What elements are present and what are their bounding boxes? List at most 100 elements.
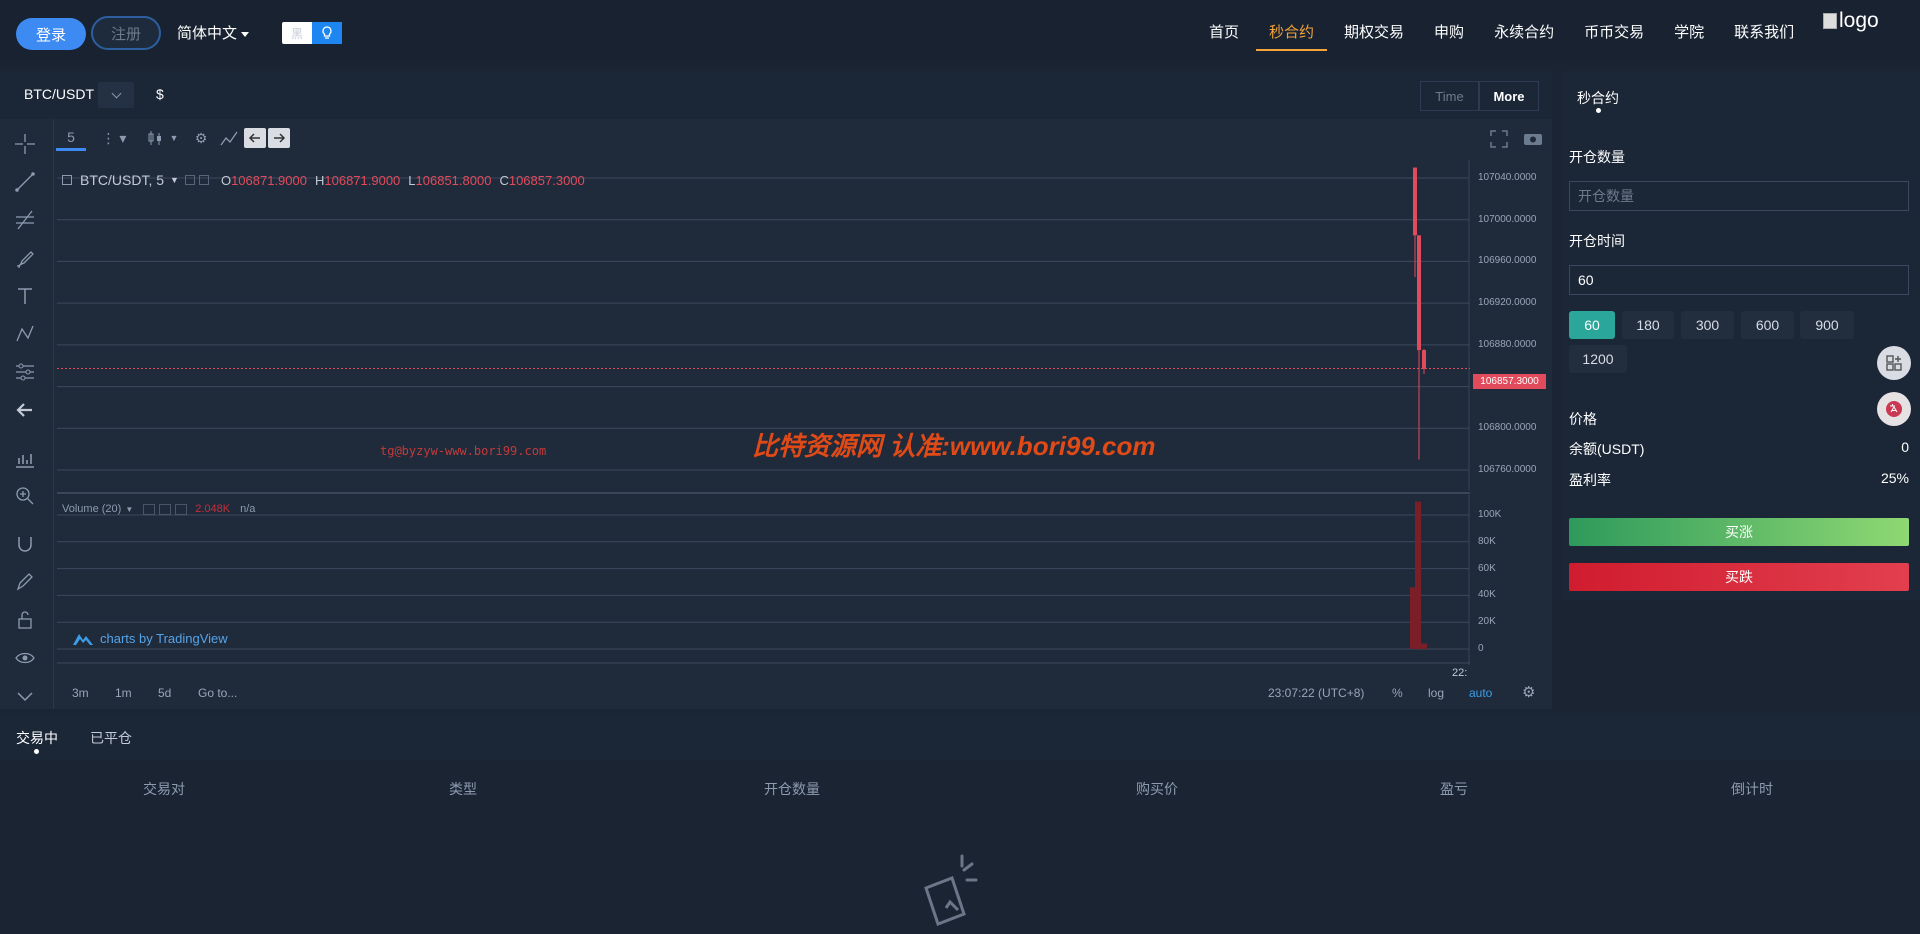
pencil-lock-icon[interactable] [11,568,39,596]
nav-spot[interactable]: 币币交易 [1569,0,1659,63]
theme-light-option[interactable] [312,22,342,44]
nav-second-contract[interactable]: 秒合约 [1254,0,1329,63]
tradingview-credit[interactable]: charts by TradingView [72,631,228,646]
lock-icon[interactable] [11,606,39,634]
text-icon[interactable] [11,282,39,310]
current-price-tag: 106857.3000 [1473,374,1546,389]
buy-up-button[interactable]: 买涨 [1569,518,1909,546]
candle-body [1413,167,1417,236]
interval-select[interactable]: 5 [56,125,86,151]
chevron-down-icon[interactable]: ▼ [125,505,133,514]
nav-subscribe[interactable]: 申购 [1419,0,1479,63]
settings-icon[interactable] [159,503,172,515]
active-tab-indicator [34,749,39,754]
language-select[interactable]: 简体中文 [177,22,250,43]
empty-state-icon [918,852,984,934]
range-5d[interactable]: 5d [158,686,171,700]
brush-icon[interactable] [11,244,39,272]
candle-body [1417,235,1421,351]
zoom-icon[interactable] [11,482,39,510]
chevron-down-icon [111,88,121,99]
percent-toggle[interactable]: % [1392,686,1403,700]
tab-second-contract[interactable]: 秒合约 [1577,88,1619,108]
candle-type-icon[interactable]: ▼ [142,125,182,151]
close-icon[interactable] [198,175,209,185]
go-to-button[interactable]: Go to... [198,686,237,700]
auto-toggle[interactable]: auto [1469,686,1492,700]
settings-icon[interactable] [184,175,195,185]
redo-icon[interactable] [268,128,290,148]
top-nav: 登录 注册 简体中文 黑 首页 秒合约 期权交易 申购 永续合约 币币交易 学院… [0,0,1920,63]
indicators-icon[interactable] [11,444,39,472]
crosshair-icon[interactable] [11,130,39,158]
duration-600[interactable]: 600 [1741,311,1794,339]
duration-300[interactable]: 300 [1681,311,1734,339]
gear-icon[interactable]: ⚙ [1522,683,1535,701]
logo-alt: logo [1839,9,1879,32]
duration-1200[interactable]: 1200 [1569,345,1627,373]
chevron-down-icon[interactable] [11,682,39,710]
nav-perpetual[interactable]: 永续合约 [1479,0,1569,63]
fullscreen-icon[interactable] [1490,130,1508,153]
qr-icon[interactable] [1877,346,1911,380]
nav-options[interactable]: 期权交易 [1329,0,1419,63]
theme-dark-option[interactable]: 黑 [282,22,312,44]
more-button[interactable]: More [1479,81,1539,111]
nav-contact[interactable]: 联系我们 [1719,0,1809,63]
qty-input[interactable]: 开仓数量 [1569,181,1909,211]
magnet-icon[interactable] [11,530,39,558]
fib-icon[interactable] [11,206,39,234]
price-row: 价格 [1569,409,1909,429]
legend-open-key: O [220,172,232,188]
time-input[interactable]: 60 [1569,265,1909,295]
duration-180[interactable]: 180 [1622,311,1674,339]
price-tick-label: 106760.0000 [1478,464,1537,475]
chart-toolbar: 5 ⋮ ▾ ▼ ⚙ [56,123,290,153]
measure-icon[interactable] [11,358,39,386]
watermark-small: tg@byzyw-www.bori99.com [380,444,547,458]
eye-icon[interactable] [11,644,39,672]
theme-toggle[interactable]: 黑 [282,22,342,44]
buy-down-button[interactable]: 买跌 [1569,563,1909,591]
pane-separator[interactable] [57,492,1470,494]
pattern-icon[interactable] [11,320,39,348]
profit-value: 25% [1880,470,1909,486]
login-button[interactable]: 登录 [16,18,86,50]
close-icon[interactable] [175,503,188,515]
volume-tick-label: 0 [1478,643,1484,654]
log-toggle[interactable]: log [1428,686,1444,700]
range-1m[interactable]: 1m [115,686,132,700]
price-tick-label: 106920.0000 [1478,297,1537,309]
back-arrow-icon[interactable] [11,396,39,424]
register-button[interactable]: 注册 [91,16,161,50]
qty-label: 开仓数量 [1569,149,1625,165]
duration-60[interactable]: 60 [1569,311,1615,339]
tab-closed-orders[interactable]: 已平仓 [90,728,132,748]
nav-academy[interactable]: 学院 [1659,0,1719,63]
legend-title: BTC/USDT, 5 [80,172,165,188]
indicator-chart-icon[interactable] [216,125,242,151]
clock: 23:07:22 (UTC+8) [1268,686,1365,700]
volume-plot[interactable] [57,495,1470,665]
price-tick-label: 106800.0000 [1478,422,1537,434]
chevron-down-icon[interactable]: ▼ [170,175,179,185]
logo[interactable]: logo [1823,9,1879,33]
balance-label: 余额(USDT) [1569,441,1645,457]
gear-icon[interactable]: ⚙ [186,125,216,151]
profit-row: 盈利率 25% [1569,470,1909,490]
pair-dropdown[interactable] [98,82,134,108]
tab-open-orders[interactable]: 交易中 [16,728,58,748]
eye-toggle-icon[interactable] [143,503,156,515]
trend-line-icon[interactable] [11,168,39,196]
nav-home[interactable]: 首页 [1194,0,1254,63]
volume-legend: Volume (20) ▼ 2.048K n/a [62,503,255,515]
chevron-down-icon [241,31,250,37]
col-pair: 交易对 [143,781,185,797]
collapse-icon[interactable] [62,175,72,185]
undo-icon[interactable] [244,128,266,148]
time-button[interactable]: Time [1420,81,1479,111]
camera-icon[interactable] [1523,130,1543,151]
range-3m[interactable]: 3m [72,686,89,700]
duration-900[interactable]: 900 [1800,311,1854,339]
more-options-icon[interactable]: ⋮ ▾ [94,125,134,151]
